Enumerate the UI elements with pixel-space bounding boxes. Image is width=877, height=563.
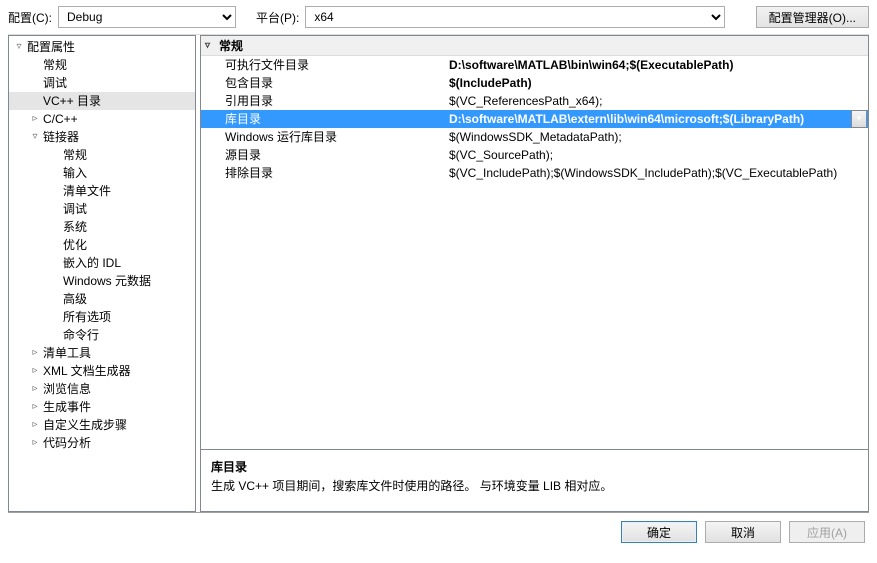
expand-closed-icon[interactable]: ▹ (29, 362, 41, 380)
tree-item[interactable]: ▿链接器 (9, 128, 195, 146)
platform-select[interactable]: x64 (305, 6, 725, 28)
property-name: 可执行文件目录 (201, 56, 449, 74)
property-value[interactable]: $(IncludePath) (449, 74, 868, 92)
section-title: 常规 (219, 37, 243, 54)
tree-item[interactable]: ▹自定义生成步骤 (9, 416, 195, 434)
dropdown-icon[interactable]: ▾ (851, 110, 867, 128)
tree-item-label: 清单工具 (41, 344, 91, 362)
tree-item-label: 配置属性 (25, 38, 75, 56)
tree-item-label: 浏览信息 (41, 380, 91, 398)
tree-item[interactable]: 命令行 (9, 326, 195, 344)
tree-item[interactable]: VC++ 目录 (9, 92, 195, 110)
ok-button[interactable]: 确定 (621, 521, 697, 543)
tree-item[interactable]: 调试 (9, 200, 195, 218)
help-description: 生成 VC++ 项目期间，搜索库文件时使用的路径。 与环境变量 LIB 相对应。 (211, 477, 858, 494)
property-value[interactable]: $(VC_ReferencesPath_x64); (449, 92, 868, 110)
apply-button[interactable]: 应用(A) (789, 521, 865, 543)
tree-item-label: 常规 (61, 146, 87, 164)
tree-item-label: 系统 (61, 218, 87, 236)
property-row[interactable]: 包含目录$(IncludePath) (201, 74, 868, 92)
tree-item[interactable]: Windows 元数据 (9, 272, 195, 290)
tree-item[interactable]: 输入 (9, 164, 195, 182)
tree-item-label: 生成事件 (41, 398, 91, 416)
tree-item-label: 嵌入的 IDL (61, 254, 121, 272)
config-select[interactable]: Debug (58, 6, 236, 28)
tree-item-label: 自定义生成步骤 (41, 416, 127, 434)
tree-item[interactable]: ▿配置属性 (9, 38, 195, 56)
tree-item[interactable]: 清单文件 (9, 182, 195, 200)
property-panel: ▿ 常规 可执行文件目录D:\software\MATLAB\bin\win64… (200, 35, 869, 512)
tree-item[interactable]: ▹代码分析 (9, 434, 195, 452)
property-value[interactable]: $(VC_IncludePath);$(WindowsSDK_IncludePa… (449, 164, 868, 182)
property-name: Windows 运行库目录 (201, 128, 449, 146)
property-row[interactable]: Windows 运行库目录$(WindowsSDK_MetadataPath); (201, 128, 868, 146)
expand-closed-icon[interactable]: ▹ (29, 434, 41, 452)
expand-closed-icon[interactable]: ▹ (29, 344, 41, 362)
tree-item-label: 高级 (61, 290, 87, 308)
help-panel: 库目录 生成 VC++ 项目期间，搜索库文件时使用的路径。 与环境变量 LIB … (201, 449, 868, 511)
expand-closed-icon[interactable]: ▹ (29, 110, 41, 128)
tree-item-label: VC++ 目录 (41, 92, 101, 110)
property-row[interactable]: 源目录$(VC_SourcePath); (201, 146, 868, 164)
property-name: 引用目录 (201, 92, 449, 110)
tree-item[interactable]: 嵌入的 IDL (9, 254, 195, 272)
property-value[interactable]: $(VC_SourcePath); (449, 146, 868, 164)
property-row[interactable]: 可执行文件目录D:\software\MATLAB\bin\win64;$(Ex… (201, 56, 868, 74)
property-value[interactable]: D:\software\MATLAB\bin\win64;$(Executabl… (449, 56, 868, 74)
config-manager-button[interactable]: 配置管理器(O)... (756, 6, 869, 28)
platform-label: 平台(P): (256, 9, 299, 26)
tree-item-label: 链接器 (41, 128, 79, 146)
tree-item-label: XML 文档生成器 (41, 362, 131, 380)
expand-closed-icon[interactable]: ▹ (29, 416, 41, 434)
tree-item-label: 优化 (61, 236, 87, 254)
collapse-icon[interactable]: ▿ (205, 40, 219, 51)
tree-item[interactable]: ▹浏览信息 (9, 380, 195, 398)
property-name: 源目录 (201, 146, 449, 164)
tree-item[interactable]: ▹C/C++ (9, 110, 195, 128)
expand-closed-icon[interactable]: ▹ (29, 398, 41, 416)
expand-open-icon[interactable]: ▿ (29, 128, 41, 146)
property-value[interactable]: D:\software\MATLAB\extern\lib\win64\micr… (449, 110, 851, 128)
property-name: 排除目录 (201, 164, 449, 182)
property-name: 包含目录 (201, 74, 449, 92)
tree-item[interactable]: 系统 (9, 218, 195, 236)
property-value[interactable]: $(WindowsSDK_MetadataPath); (449, 128, 868, 146)
property-tree[interactable]: ▿配置属性常规调试VC++ 目录▹C/C++▿链接器常规输入清单文件调试系统优化… (8, 35, 196, 512)
tree-item[interactable]: 优化 (9, 236, 195, 254)
tree-item-label: 代码分析 (41, 434, 91, 452)
section-header[interactable]: ▿ 常规 (201, 36, 868, 56)
tree-item[interactable]: 常规 (9, 56, 195, 74)
expand-closed-icon[interactable]: ▹ (29, 380, 41, 398)
tree-item-label: 常规 (41, 56, 67, 74)
tree-item[interactable]: 调试 (9, 74, 195, 92)
dialog-content: ▿配置属性常规调试VC++ 目录▹C/C++▿链接器常规输入清单文件调试系统优化… (8, 34, 869, 513)
tree-item-label: C/C++ (41, 110, 78, 128)
tree-item[interactable]: 高级 (9, 290, 195, 308)
dialog-buttons: 确定 取消 应用(A) (0, 513, 877, 551)
tree-item-label: 清单文件 (61, 182, 111, 200)
tree-item[interactable]: ▹生成事件 (9, 398, 195, 416)
config-label: 配置(C): (8, 9, 52, 26)
tree-item-label: 所有选项 (61, 308, 111, 326)
help-title: 库目录 (211, 458, 858, 475)
tree-item[interactable]: ▹清单工具 (9, 344, 195, 362)
tree-item[interactable]: 所有选项 (9, 308, 195, 326)
tree-item[interactable]: ▹XML 文档生成器 (9, 362, 195, 380)
cancel-button[interactable]: 取消 (705, 521, 781, 543)
expand-open-icon[interactable]: ▿ (13, 38, 25, 56)
property-name: 库目录 (201, 110, 449, 128)
top-toolbar: 配置(C): Debug 平台(P): x64 配置管理器(O)... (0, 0, 877, 34)
tree-item[interactable]: 常规 (9, 146, 195, 164)
tree-item-label: Windows 元数据 (61, 272, 151, 290)
property-grid[interactable]: ▿ 常规 可执行文件目录D:\software\MATLAB\bin\win64… (201, 36, 868, 449)
tree-item-label: 命令行 (61, 326, 99, 344)
tree-item-label: 调试 (61, 200, 87, 218)
property-row[interactable]: 库目录D:\software\MATLAB\extern\lib\win64\m… (201, 110, 868, 128)
property-row[interactable]: 引用目录$(VC_ReferencesPath_x64); (201, 92, 868, 110)
tree-item-label: 调试 (41, 74, 67, 92)
tree-item-label: 输入 (61, 164, 87, 182)
property-row[interactable]: 排除目录$(VC_IncludePath);$(WindowsSDK_Inclu… (201, 164, 868, 182)
